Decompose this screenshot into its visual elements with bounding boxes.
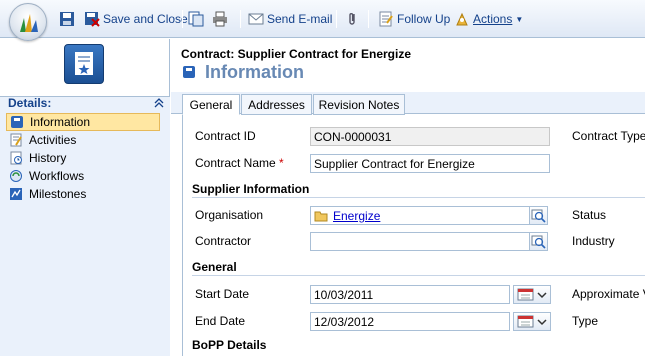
toolbar-separator — [240, 10, 241, 28]
end-date-label: End Date — [195, 314, 246, 328]
contract-id-field: CON-0000031 — [310, 127, 550, 146]
nav-item-label: Workflows — [29, 169, 85, 183]
required-marker: * — [279, 156, 284, 170]
organisation-link[interactable]: Energize — [333, 209, 380, 223]
approximate-value-label: Approximate Va — [572, 287, 645, 301]
contract-name-label: Contract Name * — [195, 156, 284, 170]
activities-icon — [10, 133, 22, 147]
contractor-label: Contractor — [195, 234, 252, 248]
contract-id-label: Contract ID — [195, 129, 256, 143]
type-label: Type — [572, 314, 599, 328]
send-email-button[interactable]: Send E-mail — [248, 10, 332, 28]
nav-item-information[interactable]: Information — [6, 113, 160, 131]
actions-menu[interactable]: Actions ▼ — [454, 10, 523, 28]
save-and-close-label: Save and Close — [103, 12, 188, 26]
start-date-label: Start Date — [195, 287, 250, 301]
details-heading: Details: — [8, 96, 52, 110]
contract-name-value: Supplier Contract for Energize — [314, 156, 475, 171]
lookup-icon — [531, 209, 546, 223]
nav-item-label: Activities — [29, 133, 77, 147]
contractor-lookup-button[interactable] — [529, 232, 548, 251]
copy-icon — [188, 11, 204, 27]
chevron-down-icon: ▼ — [515, 14, 524, 24]
workflows-icon — [10, 170, 22, 182]
calendar-icon — [517, 288, 547, 301]
nav-item-history[interactable]: History — [6, 149, 160, 167]
status-label: Status — [572, 208, 607, 222]
tab-addresses[interactable]: Addresses — [241, 94, 312, 115]
toolbar-separator — [368, 10, 369, 28]
save-button[interactable] — [59, 10, 78, 28]
nav-item-activities[interactable]: Activities — [6, 131, 160, 149]
record-subtitle: Contract: Supplier Contract for Energize — [181, 47, 412, 61]
contract-entity-icon — [64, 44, 104, 84]
general-section: General — [192, 260, 237, 274]
tab-general[interactable]: General — [182, 94, 240, 115]
attach-button[interactable] — [344, 10, 363, 28]
actions-label: Actions — [473, 12, 513, 26]
save-close-icon — [85, 12, 100, 27]
save-and-close-button[interactable]: Save and Close — [84, 10, 188, 28]
contract-name-input[interactable]: Supplier Contract for Energize — [310, 154, 550, 173]
nav-item-label: Milestones — [29, 187, 87, 201]
copy-button[interactable] — [188, 10, 207, 28]
nav-item-label: Information — [30, 115, 91, 129]
end-date-input[interactable]: 12/03/2012 — [310, 312, 510, 331]
save-icon — [60, 12, 74, 26]
bopp-details-section: BoPP Details — [192, 338, 267, 352]
nav-item-label: History — [29, 151, 67, 165]
contract-id-value: CON-0000031 — [314, 129, 392, 144]
contract-type-label: Contract Type — [572, 129, 645, 143]
actions-icon — [456, 12, 468, 26]
organisation-icon — [314, 211, 328, 221]
section-divider — [192, 275, 645, 276]
organisation-lookup[interactable]: Energize — [310, 206, 530, 225]
paperclip-icon — [349, 13, 355, 25]
information-icon — [11, 116, 23, 128]
email-icon — [248, 13, 264, 25]
print-button[interactable] — [212, 10, 231, 28]
organisation-lookup-button[interactable] — [529, 206, 548, 225]
lookup-icon — [531, 235, 546, 249]
industry-label: Industry — [572, 234, 615, 248]
contractor-lookup[interactable] — [310, 232, 530, 251]
start-date-picker-button[interactable] — [513, 285, 551, 304]
start-date-value: 10/03/2011 — [314, 287, 374, 302]
follow-up-button[interactable]: Follow Up — [378, 10, 450, 28]
start-date-input[interactable]: 10/03/2011 — [310, 285, 510, 304]
nav-item-milestones[interactable]: Milestones — [6, 185, 160, 203]
milestones-icon — [10, 188, 22, 200]
toolbar-separator — [336, 10, 337, 28]
supplier-information-section: Supplier Information — [192, 182, 310, 196]
collapse-icon[interactable] — [154, 98, 164, 108]
tab-revision-notes[interactable]: Revision Notes — [313, 94, 405, 115]
toolbar-separator — [182, 10, 183, 28]
end-date-value: 12/03/2012 — [314, 314, 375, 329]
follow-up-icon — [379, 11, 393, 27]
send-email-label: Send E-mail — [267, 12, 333, 26]
nav-item-workflows[interactable]: Workflows — [6, 167, 160, 185]
app-logo[interactable] — [9, 3, 47, 41]
organisation-label: Organisation — [195, 208, 264, 222]
contract-name-label-text: Contract Name — [195, 156, 276, 170]
section-divider — [192, 197, 645, 198]
print-icon — [213, 11, 227, 27]
end-date-picker-button[interactable] — [513, 312, 551, 331]
information-icon — [183, 66, 195, 78]
follow-up-label: Follow Up — [397, 12, 451, 26]
history-icon — [10, 151, 22, 165]
calendar-icon — [517, 315, 547, 328]
page-title: Information — [205, 62, 304, 82]
dynamics-logo-icon — [20, 14, 38, 32]
